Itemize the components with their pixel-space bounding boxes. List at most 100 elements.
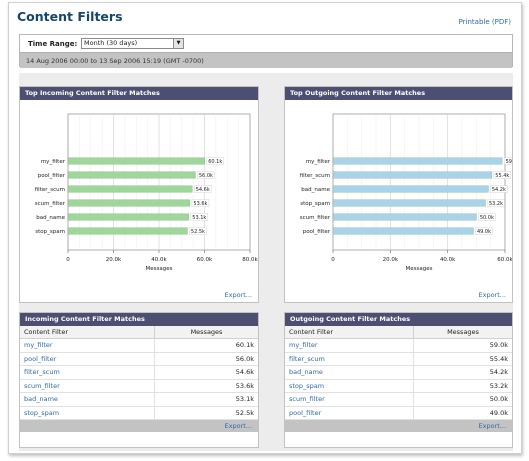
message-count: 54.2k (413, 365, 512, 380)
category-label: my_filter (306, 159, 331, 165)
filter-name-link[interactable]: bad_name (20, 392, 155, 407)
category-label: scum_filter (35, 201, 66, 207)
incoming-bar-chart: 0 20.0k 40.0k 60.0k 80.0k Messages my_filter 60… (35, 113, 258, 272)
incoming-chart-title: Top Incoming Content Filter Matches (20, 87, 258, 100)
category-label: filter_scum (35, 187, 65, 193)
category-label: my_filter (41, 159, 66, 165)
x-tick-label: 40.0k (440, 257, 456, 263)
table-row: scum_filter 50.0k (285, 392, 512, 407)
filter-name-link[interactable]: bad_name (285, 365, 414, 380)
filter-name-link[interactable]: stop_spam (20, 406, 155, 420)
table-row: stop_spam 52.5k (20, 406, 258, 420)
data-label: 52.5k (191, 229, 205, 235)
x-tick-label: 20.0k (383, 257, 399, 263)
page-title: Content Filters (17, 9, 123, 24)
x-axis-label: Messages (146, 266, 173, 272)
incoming-chart-panel: Top Incoming Content Filter Matches 0 20.… (19, 86, 259, 303)
filter-name-link[interactable]: filter_scum (20, 365, 155, 380)
message-count: 50.0k (413, 392, 512, 407)
x-tick-label: 20.0k (106, 257, 122, 263)
reports-area: Top Incoming Content Filter Matches 0 20.… (19, 73, 513, 451)
table-row: pool_filter 49.0k (285, 406, 512, 420)
bar (332, 199, 486, 207)
filter-name-link[interactable]: stop_spam (285, 379, 414, 393)
outgoing-table-footer: Export... (285, 420, 512, 432)
column-header-content-filter[interactable]: Content Filter (20, 326, 155, 339)
message-count: 53.2k (413, 379, 512, 393)
incoming-matches-table: Content Filter Messages my_filter 60.1k p… (20, 326, 258, 420)
data-label: 53.1k (192, 215, 206, 221)
table-row: filter_scum 54.6k (20, 365, 258, 380)
data-label: 53.6k (193, 201, 207, 207)
bar (332, 227, 474, 235)
data-label: 54.2k (492, 187, 506, 193)
table-row: bad_name 53.1k (20, 392, 258, 407)
message-count: 53.6k (154, 379, 258, 393)
x-tick-label: 0 (331, 257, 335, 263)
message-count: 56.0k (154, 352, 258, 366)
x-tick-label: 80.0k (242, 257, 258, 263)
x-tick-label: 0 (66, 257, 70, 263)
incoming-chart-export-link[interactable]: Export... (225, 291, 252, 299)
content-filters-report: Content Filters Printable (PDF) Time Ran… (8, 2, 522, 454)
table-row: filter_scum 55.4k (285, 352, 512, 366)
table-row: my_filter 59.0k (285, 338, 512, 353)
outgoing-matches-table: Content Filter Messages my_filter 59.0k f… (285, 326, 512, 420)
filter-name-link[interactable]: filter_scum (285, 352, 414, 366)
message-count: 60.1k (154, 338, 258, 353)
incoming-table-footer: Export... (20, 420, 258, 432)
chevron-down-icon[interactable]: ▼ (173, 39, 183, 48)
table-row: bad_name 54.2k (285, 365, 512, 380)
outgoing-table-panel: Outgoing Content Filter Matches Content … (284, 312, 513, 448)
table-row: scum_filter 53.6k (20, 379, 258, 393)
data-label: 55.4k (495, 173, 509, 179)
category-label: pool_filter (303, 229, 331, 235)
data-label: 49.0k (477, 229, 491, 235)
filter-name-link[interactable]: scum_filter (285, 392, 414, 407)
time-range-selected-value: Month (30 days) (84, 39, 138, 47)
category-label: stop_spam (35, 229, 65, 235)
filter-name-link[interactable]: scum_filter (20, 379, 155, 393)
message-count: 53.1k (154, 392, 258, 407)
bar (67, 227, 188, 235)
bar (332, 157, 503, 165)
incoming-table-title: Incoming Content Filter Matches (20, 313, 258, 326)
table-row: my_filter 60.1k (20, 338, 258, 353)
message-count: 55.4k (413, 352, 512, 366)
category-label: pool_filter (38, 173, 66, 179)
time-range-box: Time Range: Month (30 days) ▼ 14 Aug 200… (19, 34, 513, 68)
incoming-table-panel: Incoming Content Filter Matches Content … (19, 312, 259, 448)
printable-pdf-link[interactable]: Printable (PDF) (459, 18, 511, 26)
data-label: 50.0k (480, 215, 494, 221)
x-tick-label: 40.0k (151, 257, 167, 263)
column-header-content-filter[interactable]: Content Filter (285, 326, 414, 339)
date-range-text: 14 Aug 2006 00:00 to 13 Sep 2006 15:19 (… (26, 57, 204, 65)
category-label: scum_filter (300, 215, 331, 221)
outgoing-chart-export-link[interactable]: Export... (479, 291, 506, 299)
table-row: pool_filter 56.0k (20, 352, 258, 366)
bar (332, 171, 493, 179)
category-label: stop_spam (300, 201, 330, 207)
table-row: stop_spam 53.2k (285, 379, 512, 393)
bar (332, 213, 477, 221)
filter-name-link[interactable]: my_filter (20, 338, 155, 353)
outgoing-table-export-link[interactable]: Export... (479, 422, 506, 430)
outgoing-table-title: Outgoing Content Filter Matches (285, 313, 512, 326)
column-header-messages[interactable]: Messages (154, 326, 258, 339)
x-tick-label: 60.0k (197, 257, 213, 263)
bar (332, 185, 489, 193)
category-label: bad_name (301, 187, 330, 193)
incoming-table-export-link[interactable]: Export... (225, 422, 252, 430)
time-range-select[interactable]: Month (30 days) ▼ (81, 38, 184, 49)
filter-name-link[interactable]: my_filter (285, 338, 414, 353)
bar (67, 213, 190, 221)
data-label: 60.1k (208, 159, 222, 165)
x-tick-label: 60.0k (497, 257, 512, 263)
outgoing-chart-panel: Top Outgoing Content Filter Matches 0 20.… (284, 86, 513, 303)
outgoing-bar-chart: 0 20.0k 40.0k 60.0k Messages my_filter 59.0k fi… (300, 113, 512, 272)
filter-name-link[interactable]: pool_filter (20, 352, 155, 366)
column-header-messages[interactable]: Messages (413, 326, 512, 339)
filter-name-link[interactable]: pool_filter (285, 406, 414, 420)
category-label: bad_name (36, 215, 65, 221)
category-label: filter_scum (300, 173, 330, 179)
